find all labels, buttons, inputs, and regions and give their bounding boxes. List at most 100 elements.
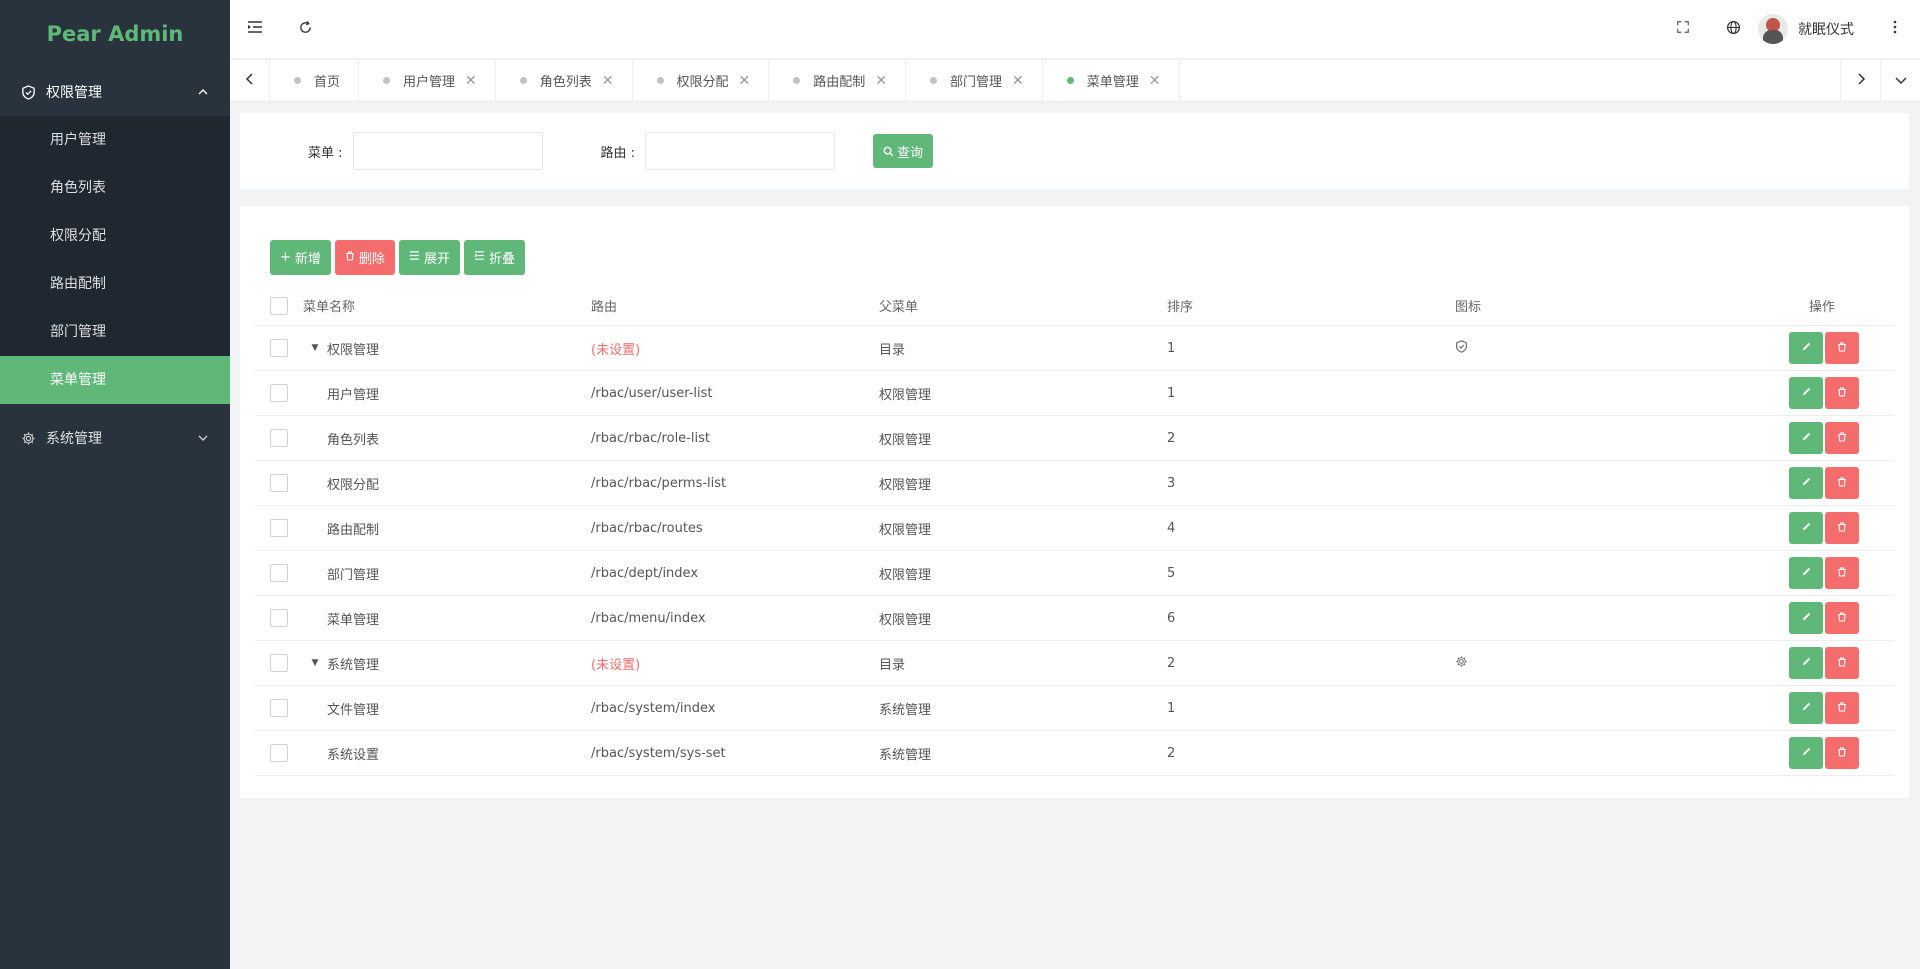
edit-button[interactable] xyxy=(1789,602,1823,634)
tab-label: 角色列表 xyxy=(539,75,592,90)
tab-roles[interactable]: 角色列表 ✕ xyxy=(496,60,633,101)
caret-down-icon[interactable]: ▼ xyxy=(303,658,327,668)
tab-departments[interactable]: 部门管理 ✕ xyxy=(906,60,1043,101)
user-menu[interactable]: 就眠仪式 xyxy=(1758,14,1870,44)
delete-row-button[interactable] xyxy=(1825,422,1859,454)
expand-button[interactable]: 展开 xyxy=(398,240,460,275)
edit-button[interactable] xyxy=(1789,422,1823,454)
delete-row-button[interactable] xyxy=(1825,647,1859,679)
parent-cell: 目录 xyxy=(879,342,906,358)
menu-filter-input[interactable] xyxy=(352,132,543,170)
row-checkbox[interactable] xyxy=(270,744,288,762)
edit-button[interactable] xyxy=(1789,467,1823,499)
row-checkbox[interactable] xyxy=(270,474,288,492)
tab-scroll-right-button[interactable] xyxy=(1840,60,1880,101)
sidebar-item-users[interactable]: 用户管理 xyxy=(0,116,230,164)
sidebar: Pear Admin 权限管理 用户管理 角色列表 权限分配 路由配制 部门管理… xyxy=(0,0,230,969)
collapse-button-label: 折叠 xyxy=(488,252,515,267)
delete-row-button[interactable] xyxy=(1825,692,1859,724)
close-icon[interactable]: ✕ xyxy=(465,73,477,89)
more-button[interactable] xyxy=(1870,0,1920,59)
trash-icon xyxy=(1837,566,1847,581)
add-button-label: 新增 xyxy=(294,252,321,267)
edit-button[interactable] xyxy=(1789,557,1823,589)
parent-cell: 权限管理 xyxy=(879,432,932,448)
row-checkbox[interactable] xyxy=(270,339,288,357)
row-checkbox[interactable] xyxy=(270,699,288,717)
edit-button[interactable] xyxy=(1789,647,1823,679)
table-row: ▼ 系统管理 (未设置) 目录 2 xyxy=(255,641,1895,686)
tab-options-button[interactable] xyxy=(1880,60,1920,101)
sidebar-item-perms[interactable]: 权限分配 xyxy=(0,212,230,260)
route-cell: (未设置) xyxy=(591,657,641,673)
fullscreen-button[interactable] xyxy=(1658,0,1708,59)
edit-icon xyxy=(1801,431,1812,446)
row-checkbox[interactable] xyxy=(270,519,288,537)
route-filter-label: 路由 : xyxy=(600,145,636,161)
row-checkbox[interactable] xyxy=(270,429,288,447)
language-button[interactable] xyxy=(1708,0,1758,59)
chevron-right-icon xyxy=(1856,72,1866,90)
collapse-menu-button[interactable] xyxy=(230,0,280,59)
chevron-left-icon xyxy=(245,72,255,90)
edit-button[interactable] xyxy=(1789,737,1823,769)
select-all-checkbox[interactable] xyxy=(270,296,288,315)
delete-row-button[interactable] xyxy=(1825,557,1859,589)
add-button[interactable]: + 新增 xyxy=(270,240,331,275)
delete-row-button[interactable] xyxy=(1825,737,1859,769)
sidebar-group-system[interactable]: 系统管理 xyxy=(0,414,230,462)
delete-row-button[interactable] xyxy=(1825,377,1859,409)
column-header-parent: 父菜单 xyxy=(879,300,919,315)
collapse-button[interactable]: 折叠 xyxy=(463,240,525,275)
menu-name-cell: 权限分配 xyxy=(327,477,380,493)
sidebar-item-roles[interactable]: 角色列表 xyxy=(0,164,230,212)
sidebar-item-menus[interactable]: 菜单管理 xyxy=(0,356,230,404)
delete-row-button[interactable] xyxy=(1825,602,1859,634)
tab-users[interactable]: 用户管理 ✕ xyxy=(359,60,496,101)
fullscreen-icon xyxy=(1676,20,1690,38)
delete-button-label: 删除 xyxy=(358,252,385,267)
delete-row-button[interactable] xyxy=(1825,512,1859,544)
parent-cell: 目录 xyxy=(879,657,906,673)
close-icon[interactable]: ✕ xyxy=(739,73,751,89)
sidebar-item-departments[interactable]: 部门管理 xyxy=(0,308,230,356)
tab-home[interactable]: 首页 xyxy=(270,60,360,101)
trash-icon xyxy=(1837,656,1847,671)
column-header-route: 路由 xyxy=(591,300,618,315)
close-icon[interactable]: ✕ xyxy=(1012,73,1024,89)
route-cell: /rbac/rbac/routes xyxy=(591,520,703,536)
delete-row-button[interactable] xyxy=(1825,332,1859,364)
tab-menus[interactable]: 菜单管理 ✕ xyxy=(1043,60,1180,101)
avatar xyxy=(1758,14,1788,44)
delete-button[interactable]: 删除 xyxy=(334,240,395,275)
tab-scroll-left-button[interactable] xyxy=(230,60,270,101)
delete-row-button[interactable] xyxy=(1825,467,1859,499)
edit-icon xyxy=(1801,476,1812,491)
row-checkbox[interactable] xyxy=(270,654,288,672)
table-row: 角色列表/rbac/rbac/role-list 权限管理 2 xyxy=(255,416,1895,461)
tab-label: 路由配制 xyxy=(813,75,866,90)
close-icon[interactable]: ✕ xyxy=(875,73,887,89)
tab-routes[interactable]: 路由配制 ✕ xyxy=(769,60,907,101)
tab-perms[interactable]: 权限分配 ✕ xyxy=(633,60,770,101)
edit-icon xyxy=(1801,611,1812,626)
route-filter-input[interactable] xyxy=(645,132,836,170)
edit-button[interactable] xyxy=(1789,512,1823,544)
refresh-button[interactable] xyxy=(280,0,330,59)
edit-icon xyxy=(1801,656,1812,671)
parent-cell: 权限管理 xyxy=(879,387,932,403)
edit-button[interactable] xyxy=(1789,332,1823,364)
close-icon[interactable]: ✕ xyxy=(602,73,614,89)
sidebar-item-routes[interactable]: 路由配制 xyxy=(0,260,230,308)
sidebar-group-permissions[interactable]: 权限管理 xyxy=(0,68,230,116)
edit-button[interactable] xyxy=(1789,377,1823,409)
row-checkbox[interactable] xyxy=(270,609,288,627)
edit-button[interactable] xyxy=(1789,692,1823,724)
tab-status-dot xyxy=(793,77,801,84)
row-checkbox[interactable] xyxy=(270,384,288,402)
query-button[interactable]: 查询 xyxy=(873,134,934,168)
app-logo: Pear Admin xyxy=(46,22,184,46)
caret-down-icon[interactable]: ▼ xyxy=(303,343,327,353)
close-icon[interactable]: ✕ xyxy=(1149,73,1161,89)
row-checkbox[interactable] xyxy=(270,564,288,582)
